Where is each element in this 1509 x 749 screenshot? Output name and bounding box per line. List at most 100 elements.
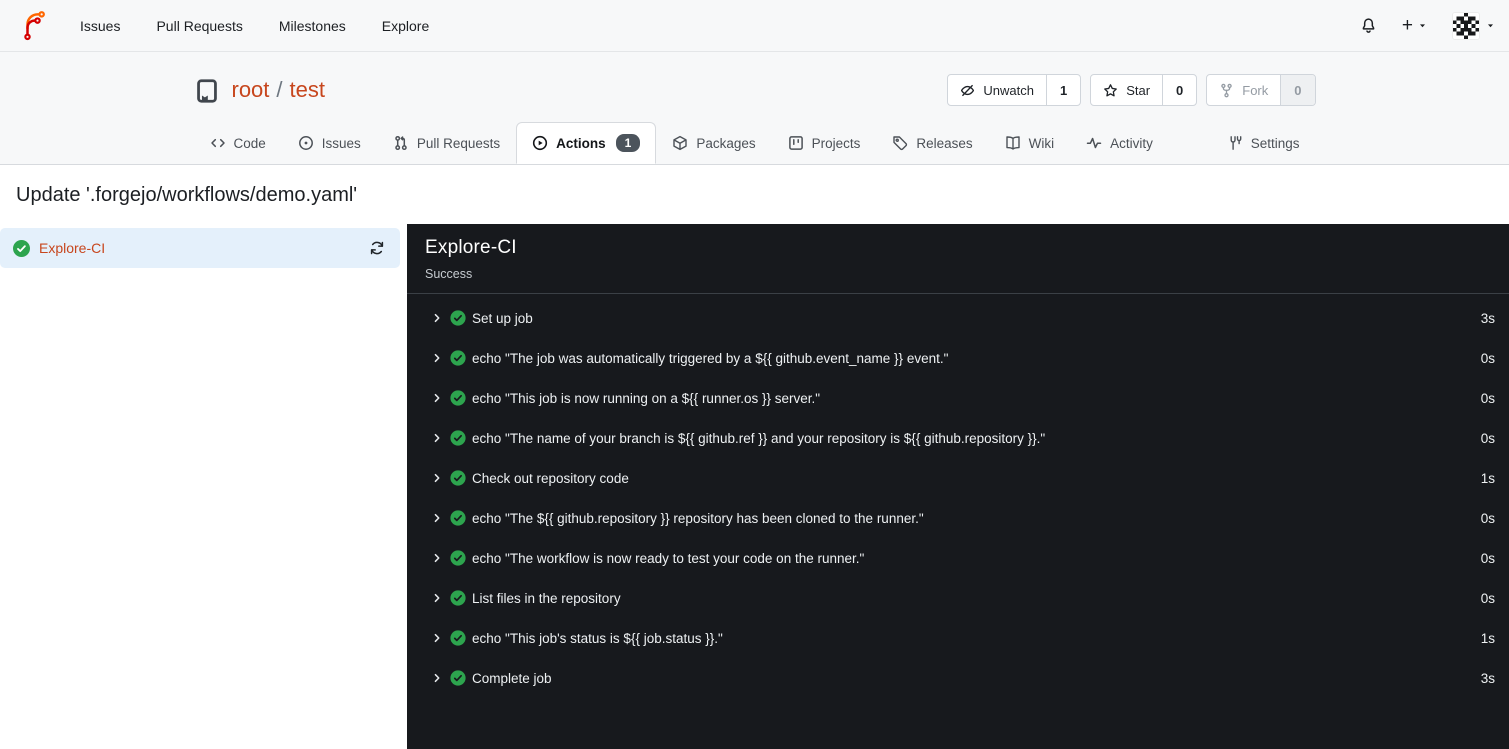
pulse-icon	[1086, 135, 1102, 151]
tab-settings[interactable]: Settings	[1211, 122, 1316, 164]
workflow-run-title: Update '.forgejo/workflows/demo.yaml'	[16, 184, 358, 206]
fork-label: Fork	[1242, 82, 1269, 98]
step-success-check-icon	[450, 590, 466, 606]
chevron-right-icon[interactable]	[431, 512, 443, 524]
chevron-down-icon	[1486, 21, 1495, 30]
step-duration: 0s	[1480, 390, 1495, 406]
step-row[interactable]: echo "The ${{ github.repository }} repos…	[407, 498, 1509, 538]
tab-releases[interactable]: Releases	[876, 122, 988, 164]
step-name: echo "This job is now running on a ${{ r…	[472, 390, 821, 406]
step-row[interactable]: Set up job 3s	[407, 298, 1509, 338]
job-success-check-icon	[13, 239, 30, 257]
repo-name-link[interactable]: test	[290, 77, 325, 103]
tab-packages[interactable]: Packages	[656, 122, 771, 164]
chevron-right-icon[interactable]	[431, 592, 443, 604]
job-log-panel: Explore-CI Success Set up job 3s echo "T…	[407, 224, 1509, 749]
step-row[interactable]: List files in the repository 0s	[407, 578, 1509, 618]
step-success-check-icon	[450, 670, 466, 686]
tab-issues[interactable]: Issues	[282, 122, 377, 164]
nav-milestones[interactable]: Milestones	[261, 10, 364, 42]
step-name: echo "The job was automatically triggere…	[472, 350, 949, 366]
repo-actions: Unwatch 1 Star 0 Fork 0	[947, 74, 1316, 106]
step-name: echo "The name of your branch is ${{ git…	[472, 430, 1046, 446]
chevron-right-icon[interactable]	[431, 312, 443, 324]
chevron-down-icon	[1418, 21, 1427, 30]
forgejo-logo[interactable]	[20, 10, 50, 42]
tab-label: Packages	[696, 135, 756, 151]
stars-count[interactable]: 0	[1162, 75, 1196, 105]
star-label: Star	[1126, 82, 1151, 98]
nav-issues[interactable]: Issues	[62, 10, 138, 42]
jobs-sidebar: Explore-CI	[0, 224, 407, 749]
step-name: echo "This job's status is ${{ job.statu…	[472, 630, 723, 646]
step-row[interactable]: echo "This job's status is ${{ job.statu…	[407, 618, 1509, 658]
step-row[interactable]: echo "The job was automatically triggere…	[407, 338, 1509, 378]
star-button-group: Star 0	[1090, 74, 1198, 106]
step-duration: 1s	[1480, 630, 1495, 646]
tab-actions[interactable]: Actions 1	[516, 122, 657, 164]
step-row[interactable]: echo "The name of your branch is ${{ git…	[407, 418, 1509, 458]
fork-button-group: Fork 0	[1206, 74, 1316, 106]
step-name: echo "The ${{ github.repository }} repos…	[472, 510, 924, 526]
repo-name: root / test	[232, 77, 326, 103]
tab-label: Activity	[1110, 135, 1153, 151]
step-duration: 0s	[1480, 590, 1495, 606]
navbar-right: +	[1360, 11, 1495, 40]
tab-label: Settings	[1250, 135, 1300, 151]
forks-count[interactable]: 0	[1280, 75, 1315, 105]
step-success-check-icon	[450, 510, 466, 526]
step-duration: 0s	[1480, 510, 1495, 526]
unwatch-label: Unwatch	[983, 82, 1034, 98]
tab-label: Pull Requests	[416, 135, 501, 151]
repo-owner-link[interactable]: root	[232, 77, 270, 103]
rerun-job-button[interactable]	[367, 238, 387, 258]
book-open-icon	[1005, 135, 1021, 151]
watchers-count[interactable]: 1	[1045, 75, 1080, 105]
step-success-check-icon	[450, 310, 466, 326]
step-name: List files in the repository	[472, 590, 621, 606]
chevron-right-icon[interactable]	[431, 432, 443, 444]
chevron-right-icon[interactable]	[431, 632, 443, 644]
chevron-right-icon[interactable]	[431, 392, 443, 404]
create-new-button[interactable]: +	[1402, 16, 1427, 35]
nav-pull-requests[interactable]: Pull Requests	[138, 10, 260, 42]
bell-icon	[1360, 17, 1377, 34]
step-duration: 0s	[1480, 350, 1495, 366]
notifications-button[interactable]	[1360, 17, 1377, 34]
chevron-right-icon[interactable]	[431, 352, 443, 364]
repo-book-icon	[194, 78, 220, 104]
nav-explore[interactable]: Explore	[364, 10, 447, 42]
repo-tabs: Code Issues Pull Requests Actions 1 Pack…	[194, 122, 1316, 164]
job-item-explore-ci[interactable]: Explore-CI	[0, 228, 400, 268]
chevron-right-icon[interactable]	[431, 552, 443, 564]
step-duration: 1s	[1480, 470, 1495, 486]
step-name: Check out repository code	[472, 470, 629, 486]
user-menu[interactable]	[1452, 11, 1495, 40]
tab-label: Wiki	[1028, 135, 1055, 151]
step-row[interactable]: Complete job 3s	[407, 658, 1509, 698]
package-icon	[672, 135, 688, 151]
tab-projects[interactable]: Projects	[772, 122, 877, 164]
play-circle-icon	[532, 135, 548, 151]
fork-button[interactable]: Fork	[1207, 75, 1280, 105]
step-row[interactable]: echo "The workflow is now ready to test …	[407, 538, 1509, 578]
tag-icon	[892, 135, 908, 151]
tab-wiki[interactable]: Wiki	[989, 122, 1071, 164]
tab-label: Releases	[916, 135, 973, 151]
tab-pull-requests[interactable]: Pull Requests	[377, 122, 516, 164]
repo-title-row: root / test Unwatch 1 Star 0 Fork 0	[194, 72, 1316, 108]
star-button[interactable]: Star	[1091, 75, 1162, 105]
tab-label: Projects	[811, 135, 861, 151]
unwatch-button[interactable]: Unwatch	[948, 75, 1046, 105]
issue-icon	[298, 135, 314, 151]
chevron-right-icon[interactable]	[431, 672, 443, 684]
tab-activity[interactable]: Activity	[1070, 122, 1169, 164]
top-navbar: Issues Pull Requests Milestones Explore …	[0, 0, 1509, 52]
chevron-right-icon[interactable]	[431, 472, 443, 484]
step-row[interactable]: echo "This job is now running on a ${{ r…	[407, 378, 1509, 418]
step-name: Set up job	[472, 310, 533, 326]
tab-code[interactable]: Code	[194, 122, 282, 164]
job-panel-header: Explore-CI Success	[407, 224, 1509, 294]
step-row[interactable]: Check out repository code 1s	[407, 458, 1509, 498]
step-success-check-icon	[450, 630, 466, 646]
